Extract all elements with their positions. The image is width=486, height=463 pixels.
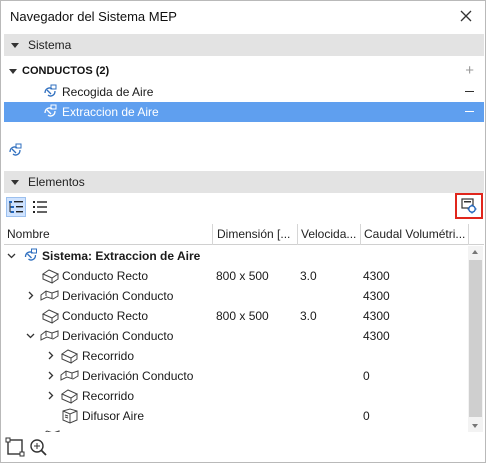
table-row[interactable]: Conducto Recto 800 x 500 3.0 4300: [4, 306, 465, 326]
vertical-scrollbar[interactable]: [468, 246, 483, 433]
fitting-icon: [60, 370, 79, 381]
section-header-elementos[interactable]: Elementos: [4, 171, 484, 193]
scrollbar-thumb[interactable]: [469, 260, 482, 417]
system-icon: [44, 84, 57, 97]
table-row[interactable]: Recorrido: [4, 386, 465, 406]
bottom-toolbar: [1, 432, 485, 462]
system-item[interactable]: Recogida de Aire: [4, 82, 484, 102]
close-icon[interactable]: [456, 6, 476, 26]
scroll-down-icon[interactable]: [472, 424, 478, 428]
elements-toolbar: [4, 193, 484, 219]
system-group-conductos[interactable]: CONDUCTOS (2) +: [4, 61, 484, 81]
fitting-icon: [40, 330, 59, 341]
remove-icon[interactable]: [465, 91, 474, 92]
duct-icon: [41, 269, 60, 284]
cell-velocidad: 3.0: [300, 309, 317, 323]
elements-tree: Sistema: Extraccion de Aire Conducto Rec…: [4, 246, 465, 432]
cell-caudal: 0: [363, 369, 370, 383]
table-row[interactable]: Sistema: Extraccion de Aire: [4, 246, 465, 266]
column-divider[interactable]: [297, 224, 298, 245]
table-row[interactable]: Derivación Conducto 4300: [4, 326, 465, 346]
cell-caudal: 4300: [363, 269, 390, 283]
chevron-right-icon[interactable]: [46, 371, 55, 380]
chevron-right-icon[interactable]: [26, 291, 35, 300]
column-header-velocidad[interactable]: Velocida...: [301, 224, 359, 245]
window-title: Navegador del Sistema MEP: [10, 9, 177, 24]
column-header-nombre[interactable]: Nombre: [7, 224, 212, 245]
row-name: Derivación Conducto: [82, 369, 194, 383]
row-name: Recorrido: [82, 389, 135, 403]
mep-navigator-window: Navegador del Sistema MEP Sistema CONDUC…: [0, 0, 486, 463]
table-row[interactable]: Derivación Conducto 4300: [4, 286, 465, 306]
cell-dimension: 800 x 500: [216, 269, 269, 283]
tree-view-icon[interactable]: [6, 197, 26, 217]
column-header-caudal[interactable]: Caudal Volumétri...: [364, 224, 468, 245]
row-name: Derivación Conducto: [62, 289, 174, 303]
system-icon: [44, 104, 57, 117]
cell-caudal: 4300: [363, 289, 390, 303]
fitting-icon: [40, 290, 59, 301]
cell-dimension: 800 x 500: [216, 309, 269, 323]
section-title: Elementos: [28, 175, 85, 189]
row-name: Recorrido: [82, 349, 135, 363]
table-header: Nombre Dimensión [... Velocida... Caudal…: [4, 224, 484, 245]
row-name: Conducto Recto: [62, 269, 149, 283]
chevron-right-icon[interactable]: [46, 391, 55, 400]
cell-caudal: 4300: [363, 309, 390, 323]
row-name: Difusor Aire: [82, 409, 145, 423]
title-bar: Navegador del Sistema MEP: [1, 1, 485, 32]
column-divider[interactable]: [212, 224, 213, 245]
cell-velocidad: 3.0: [300, 269, 317, 283]
remove-icon[interactable]: [465, 111, 474, 112]
diffuser-icon: [62, 408, 78, 424]
add-icon[interactable]: +: [465, 62, 474, 79]
table-row[interactable]: Difusor Aire 0: [4, 406, 465, 426]
row-name: Sistema: Extraccion de Aire: [42, 249, 201, 263]
group-label: CONDUCTOS (2): [22, 65, 110, 77]
system-icon: [24, 248, 37, 261]
route-icon: [60, 349, 79, 364]
zoom-to-icon[interactable]: [28, 437, 48, 457]
settings-icon[interactable]: [455, 193, 483, 219]
collapse-icon: [11, 179, 19, 185]
column-header-dimension[interactable]: Dimensión [...: [217, 224, 296, 245]
duct-icon: [41, 309, 60, 324]
collapse-icon: [9, 68, 17, 74]
chevron-right-icon[interactable]: [46, 351, 55, 360]
row-name: Conducto Recto: [62, 309, 149, 323]
column-divider: [468, 224, 469, 245]
table-row[interactable]: Conducto Recto 800 x 500 3.0 4300: [4, 266, 465, 286]
list-view-icon[interactable]: [30, 197, 50, 217]
scroll-up-icon[interactable]: [472, 250, 478, 254]
frame-select-icon[interactable]: [5, 437, 25, 457]
system-item-label: Recogida de Aire: [62, 85, 154, 99]
chevron-down-icon[interactable]: [26, 331, 35, 340]
system-item-label: Extraccion de Aire: [62, 105, 159, 119]
column-divider[interactable]: [360, 224, 361, 245]
section-header-sistema[interactable]: Sistema: [4, 34, 484, 56]
table-row[interactable]: Recorrido: [4, 346, 465, 366]
system-item[interactable]: Extraccion de Aire: [4, 102, 484, 122]
system-tool-icon[interactable]: [7, 143, 23, 159]
chevron-down-icon[interactable]: [7, 251, 16, 260]
cell-caudal: 0: [363, 409, 370, 423]
route-icon: [60, 389, 79, 404]
collapse-icon: [11, 42, 19, 48]
cell-caudal: 4300: [363, 329, 390, 343]
section-title: Sistema: [28, 38, 72, 52]
table-row[interactable]: Derivación Conducto 0: [4, 366, 465, 386]
row-name: Derivación Conducto: [62, 329, 174, 343]
